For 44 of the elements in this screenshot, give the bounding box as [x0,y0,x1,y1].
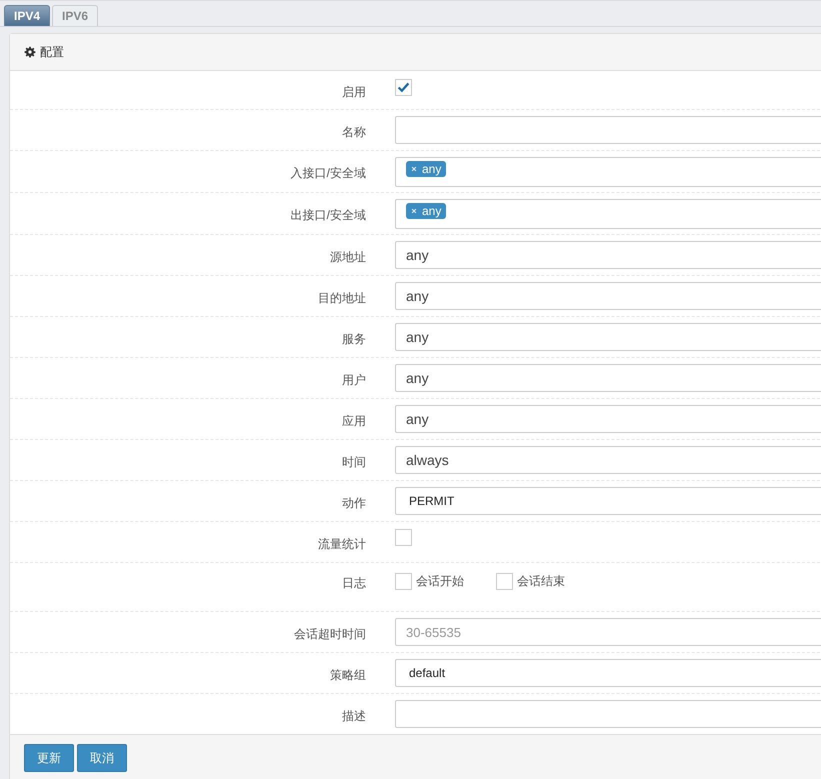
input-field[interactable]: any [395,241,821,269]
field-label: 描述 [341,708,366,724]
settings-icon [24,46,36,58]
input-field[interactable]: 30-65535 [395,618,821,646]
tag-input-field[interactable]: any [395,156,821,186]
field-label: 入接口/安全域 [290,165,366,182]
field-label: 目的地址 [317,290,366,306]
field-label: 用户 [341,372,366,388]
input-field[interactable]: any [395,282,821,310]
field-label: 出接口/安全域 [290,207,366,224]
remove-icon[interactable] [411,166,417,172]
tag-input-field[interactable]: any [395,198,821,228]
field-label: 流量统计 [317,536,366,552]
field-label: 应用 [341,412,366,430]
input-field[interactable]: any [395,405,821,433]
remove-icon[interactable] [411,208,417,214]
tag: any [406,160,446,176]
input-field[interactable]: always [395,446,821,474]
field-label: 时间 [341,454,366,470]
select-field[interactable]: default [395,659,821,687]
checkbox[interactable] [496,573,513,590]
field-label: 会话超时时间 [293,626,366,642]
field-label: 名称 [341,124,366,140]
checkbox-label: 会话结束 [517,573,565,590]
field-label: 源地址 [329,248,366,266]
form-button[interactable]: 更新 [24,744,74,772]
field-label: 服务 [341,330,366,348]
field-label: 启用 [341,84,366,100]
input-field[interactable] [395,700,821,728]
field-label: 日志 [341,575,366,592]
checkbox[interactable] [395,79,412,96]
input-field[interactable] [395,116,821,144]
tab[interactable]: IPV4 [4,5,50,26]
select-field[interactable]: PERMIT [395,487,821,515]
field-label: 动作 [341,494,366,512]
checkbox[interactable] [395,529,412,546]
panel-title: 配置 [40,44,64,60]
form-button[interactable]: 取消 [77,744,127,772]
tag: any [406,202,446,218]
field-label: 策略组 [329,666,366,684]
input-field[interactable]: any [395,364,821,392]
checkbox[interactable] [395,573,412,590]
input-field[interactable]: any [395,323,821,351]
checkbox-label: 会话开始 [416,573,464,590]
